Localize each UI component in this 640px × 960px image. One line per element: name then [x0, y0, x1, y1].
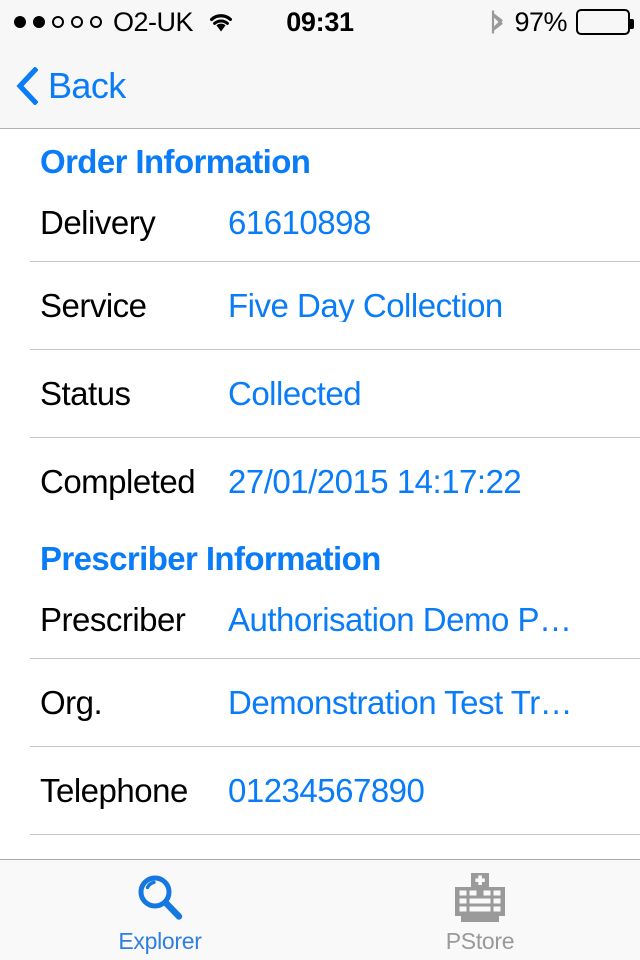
magnifying-glass-icon	[132, 869, 188, 927]
table-row[interactable]: Completed 27/01/2015 14:17:22	[0, 438, 640, 526]
chevron-left-icon	[16, 66, 39, 106]
table-row[interactable]: Service Five Day Collection	[0, 262, 640, 350]
row-value[interactable]: 61610898	[228, 206, 632, 239]
table-row[interactable]: Status Collected	[0, 350, 640, 438]
row-label: Prescriber	[40, 601, 186, 639]
table-row[interactable]: Delivery 61610898	[0, 184, 640, 262]
tab-label: PStore	[445, 928, 515, 954]
tab-label: Explorer	[118, 928, 202, 954]
status-bar-right: 97%	[489, 0, 634, 44]
phone-screen: O2-UK 09:31 97% Back Order Information D…	[0, 0, 640, 960]
table-row[interactable]: Org. Demonstration Test Tr…	[0, 659, 640, 747]
tab-explorer[interactable]: Explorer	[0, 860, 320, 960]
tab-bar: Explorer PStore	[0, 859, 640, 960]
hospital-building-icon	[452, 869, 508, 927]
navigation-bar: Back	[0, 44, 640, 129]
battery-icon	[576, 9, 634, 35]
row-value[interactable]: Demonstration Test Tr…	[228, 686, 632, 719]
back-button[interactable]: Back	[16, 65, 126, 106]
row-label: Org.	[40, 684, 103, 722]
row-value[interactable]: Authorisation Demo P…	[228, 603, 632, 636]
tab-pstore[interactable]: PStore	[320, 860, 640, 960]
bluetooth-icon	[489, 9, 505, 35]
row-value[interactable]: Five Day Collection	[228, 289, 632, 322]
row-label: Service	[40, 287, 147, 325]
row-label: Delivery	[40, 204, 156, 242]
section-header-prescriber-information: Prescriber Information	[40, 539, 381, 577]
status-bar: O2-UK 09:31 97%	[0, 0, 640, 44]
row-label: Status	[40, 375, 131, 413]
row-value[interactable]: 01234567890	[228, 774, 632, 807]
row-label: Telephone	[40, 772, 188, 810]
detail-list[interactable]: Order Information Delivery 61610898 Serv…	[0, 129, 640, 859]
back-button-label: Back	[48, 65, 126, 106]
section-header-order-information: Order Information	[40, 143, 311, 180]
table-row[interactable]: Telephone 01234567890	[0, 747, 640, 835]
row-value[interactable]: Collected	[228, 377, 632, 410]
table-row[interactable]: Prescriber Authorisation Demo P…	[0, 581, 640, 659]
battery-percent-label: 97%	[514, 6, 567, 37]
row-label: Completed	[40, 463, 196, 501]
row-value[interactable]: 27/01/2015 14:17:22	[228, 465, 632, 498]
row-separator	[30, 833, 640, 835]
